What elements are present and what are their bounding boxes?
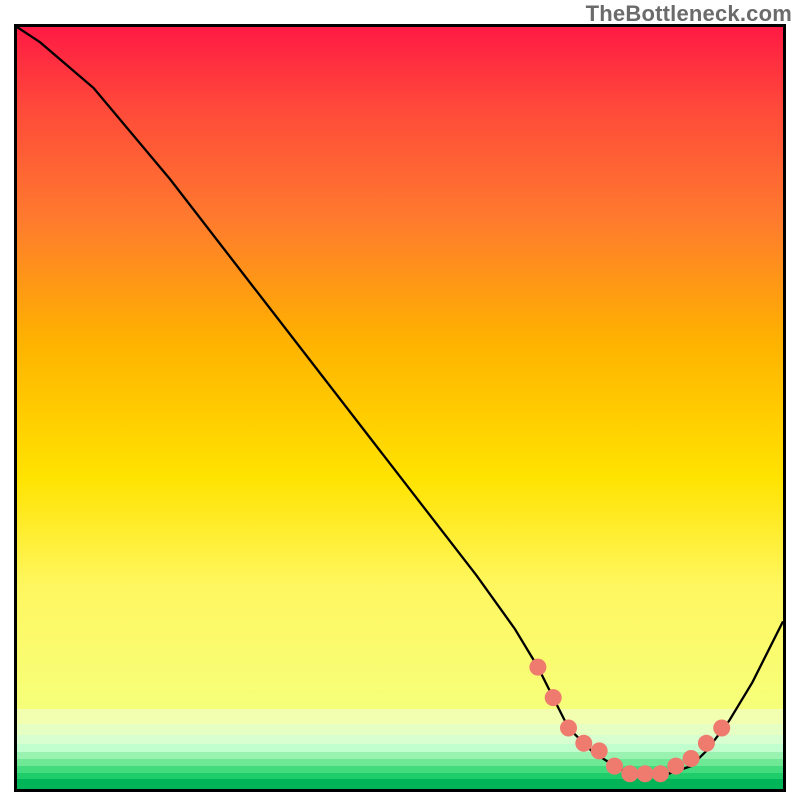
highlight-marker [621,765,638,782]
chart-container: TheBottleneck.com [0,0,800,800]
highlight-marker [713,720,730,737]
highlight-marker [591,742,608,759]
highlight-marker [575,735,592,752]
plot-frame [14,24,786,792]
bottleneck-curve [17,27,783,774]
highlight-marker [545,689,562,706]
highlight-marker [667,758,684,775]
highlight-marker [652,765,669,782]
highlight-marker [529,659,546,676]
highlight-marker [637,765,654,782]
highlight-marker [606,758,623,775]
highlight-marker [683,750,700,767]
highlight-marker [698,735,715,752]
plot-area [17,27,783,789]
highlight-marker [560,720,577,737]
curve-layer [17,27,783,789]
